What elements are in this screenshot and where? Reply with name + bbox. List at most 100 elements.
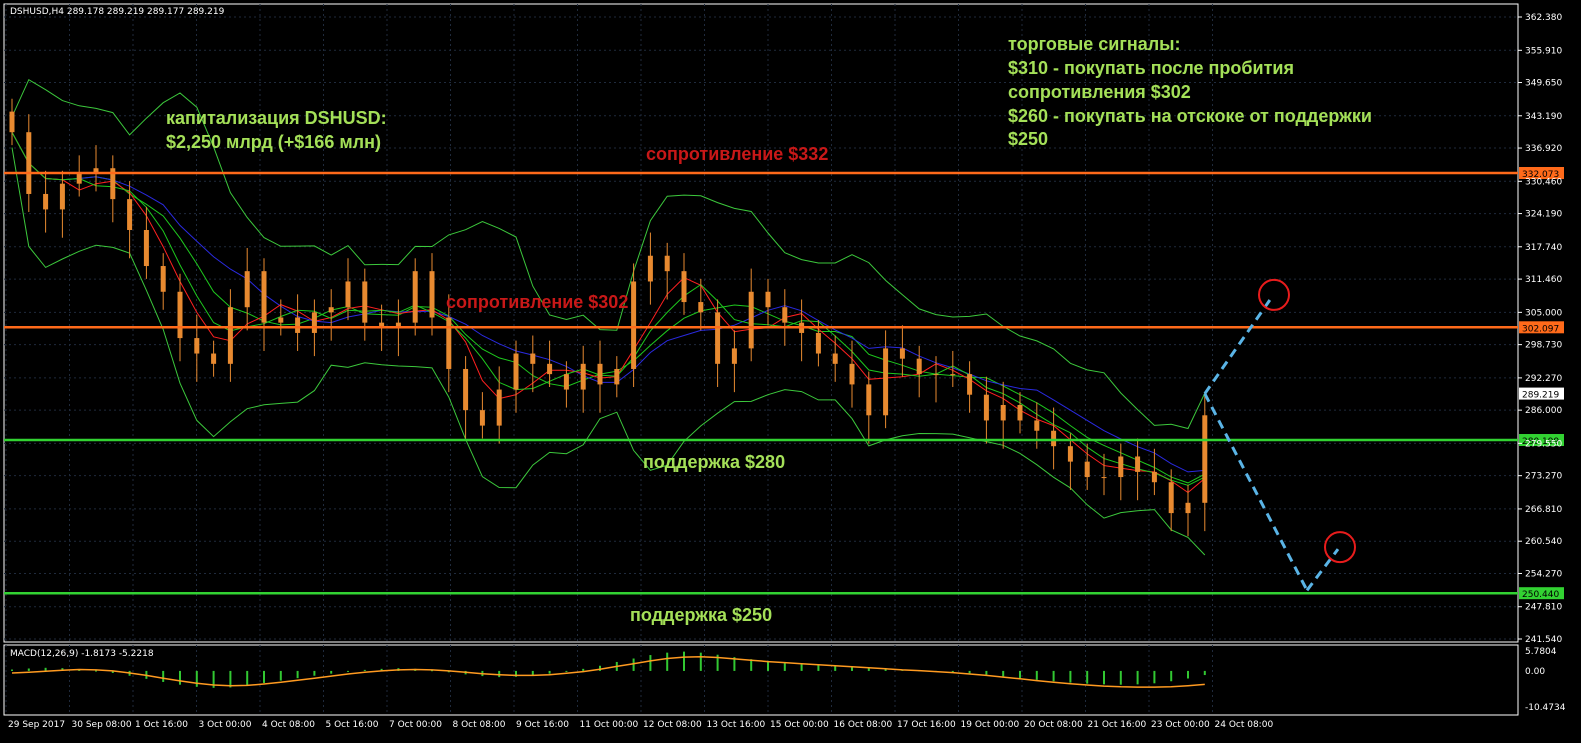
macd-bar [330,670,333,674]
candle-body [345,281,351,308]
candle-body [950,374,956,376]
candle-body [1202,415,1208,503]
macd-bar [44,667,47,671]
candle-body [883,348,889,416]
macd-bar [279,670,282,681]
capitalization-label: капитализация DSHUSD: [166,108,387,128]
macd-bar [699,652,702,671]
x-tick-label: 19 Oct 00:00 [961,720,1020,730]
candle-body [127,199,133,230]
resistance-price-tag-text: 302.097 [1522,324,1559,334]
y-tick-label: 260.540 [1525,537,1562,547]
forecast-rebound-path [1305,548,1340,592]
macd-bar [1086,670,1089,684]
y-tick-label: 355.910 [1525,46,1562,56]
candle-body [1017,405,1023,421]
candle-body [815,332,821,354]
resistance-302-label: сопротивление $302 [446,292,629,312]
macd-bar [162,670,165,682]
macd-bar [985,670,988,675]
macd-bar [1069,670,1072,683]
candle-body [681,271,687,303]
macd-signal-line [11,656,1205,688]
candle-body [1000,405,1006,421]
x-tick-label: 4 Oct 08:00 [262,720,315,730]
macd-y-tick-label: 5.7804 [1525,647,1557,657]
macd-bar [767,660,769,671]
macd-bar [195,670,198,687]
macd-bar [363,669,366,671]
macd-bar [649,655,652,671]
resistance-332-label: сопротивление $332 [646,144,829,164]
candle-body [748,291,754,349]
candle-body [429,271,435,318]
macd-bar [1035,670,1038,680]
macd-bar [683,651,685,671]
macd-bar [11,669,13,671]
x-tick-label: 12 Oct 08:00 [643,720,702,730]
candle-body [211,353,217,364]
y-tick-label: 343.190 [1525,112,1562,122]
candle-body [9,111,15,133]
support-280-label: поддержка $280 [643,452,786,472]
x-tick-label: 7 Oct 00:00 [389,720,442,730]
candle-body [1151,471,1157,483]
macd-bar [27,668,30,671]
forecast-down-path [1203,392,1309,591]
x-tick-label: 9 Oct 16:00 [516,720,569,730]
x-tick-label: 3 Oct 00:00 [199,720,252,730]
candle-body [530,353,536,364]
candle-body [631,281,637,369]
macd-bar [548,670,551,674]
candle-body [59,183,65,210]
macd-bar [951,670,954,672]
candle-body [1051,430,1057,447]
candle-body [479,410,485,426]
signal-line-2: сопротивления $302 [1008,82,1191,102]
y-tick-label: 336.920 [1525,144,1562,154]
signal-line-1: $310 - покупать после пробития [1008,58,1294,78]
candle-body [983,394,989,421]
candle-body [160,266,166,292]
macd-bar [582,668,585,671]
candle-body [647,255,653,282]
y-tick-label: 279.550 [1525,439,1562,449]
candle-body [849,363,855,385]
candle-body [563,374,569,390]
candle-body [513,353,519,390]
x-tick-label: 23 Oct 00:00 [1151,720,1210,730]
y-tick-label: 298.730 [1525,341,1562,351]
candle-body [177,291,183,339]
y-tick-label: 247.810 [1525,603,1562,613]
candle-body [446,317,452,369]
forecast-up-path [1203,296,1274,395]
macd-pane-title: MACD(12,26,9) -1.8173 -5.2218 [10,649,154,659]
y-tick-label: 273.270 [1525,472,1562,482]
x-tick-label: 13 Oct 16:00 [707,720,766,730]
candle-body [463,368,469,411]
last-price-tag-text: 289.219 [1522,391,1559,401]
candle-body [362,281,368,323]
macd-y-tick-label: 0.00 [1525,667,1545,677]
candle-body [1185,502,1191,514]
capitalization-value: $2,250 млрд (+$166 млн) [166,132,381,152]
y-tick-label: 330.460 [1525,177,1562,187]
macd-bar [313,670,316,676]
candle-body [664,255,670,272]
macd-bar [1136,670,1139,685]
candle-body [1118,456,1124,478]
y-tick-label: 254.270 [1525,569,1562,579]
target-circle [1324,531,1356,564]
candle-body [1135,456,1141,472]
candle-body [832,353,838,364]
signal-line-3: $260 - покупать на отскоке от поддержки [1008,106,1372,126]
y-tick-label: 241.540 [1525,635,1562,645]
macd-bar [1119,670,1122,685]
price-pane-title: DSHUSD,H4 289.178 289.219 289.177 289.21… [10,7,225,17]
macd-bar [179,670,181,685]
macd-bar [1170,670,1173,682]
support-250-label: поддержка $250 [630,605,773,625]
macd-bar [1002,670,1005,677]
macd-bar [1103,670,1105,685]
candle-body [547,363,553,375]
